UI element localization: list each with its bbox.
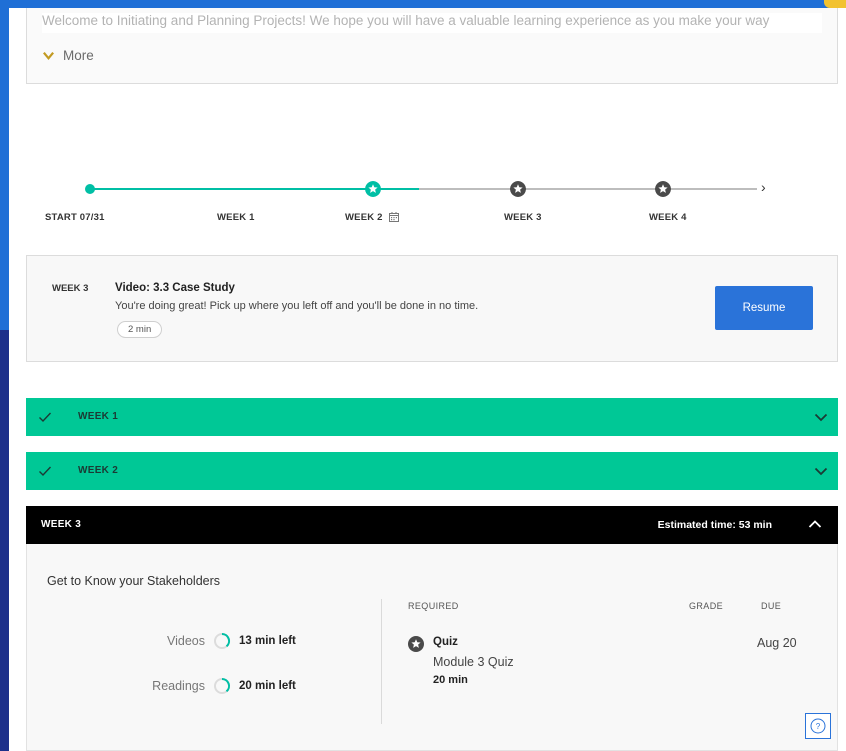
quiz-name-link[interactable]: Module 3 Quiz [433,655,514,669]
required-column-header: REQUIRED [408,601,459,611]
more-label: More [63,48,94,63]
timeline-remaining-line [419,188,757,190]
week3-section-header[interactable]: WEEK 3 Estimated time: 53 min [26,506,838,544]
checkmark-icon [39,466,52,477]
resume-week-label: WEEK 3 [52,283,89,294]
readings-label: Readings [152,679,205,693]
timeline-week2-text: WEEK 2 [345,212,383,223]
videos-label: Videos [167,634,205,648]
timeline-week3-label[interactable]: WEEK 3 [504,212,542,223]
quiz-duration: 20 min [433,674,468,686]
timeline-start-label: START 07/31 [45,212,105,223]
week1-section-header[interactable]: WEEK 1 [26,398,838,436]
videos-value: 13 min left [239,635,296,647]
column-divider [381,599,382,724]
module-title[interactable]: Get to Know your Stakeholders [47,574,220,588]
timeline-week1-label[interactable]: WEEK 1 [217,212,255,223]
timeline-next-arrow[interactable]: › [761,179,766,195]
readings-value: 20 min left [239,680,296,692]
quiz-star-icon [408,636,424,652]
welcome-text: Welcome to Initiating and Planning Proje… [42,13,822,33]
resume-description: You're doing great! Pick up where you le… [115,300,479,312]
help-icon: ? [810,718,826,734]
checkmark-icon [39,412,52,423]
chevron-up-icon [808,520,822,528]
progress-timeline: › START 07/31 WEEK 1 WEEK 2 WEEK 3 WEEK … [9,178,846,238]
timeline-week2-label[interactable]: WEEK 2 [345,212,400,223]
window-frame-left-lower [0,330,9,751]
chevron-down-icon [814,467,828,476]
week3-star-icon [510,181,526,197]
more-toggle[interactable]: More [42,48,94,63]
progress-ring-icon [214,632,231,649]
week2-label: WEEK 2 [78,465,119,476]
week3-content: Get to Know your Stakeholders Videos 13 … [26,544,838,751]
corner-accent [824,0,846,8]
chevron-down-icon [814,413,828,422]
welcome-card: Welcome to Initiating and Planning Proje… [26,8,838,84]
quiz-type-label: Quiz [433,636,458,648]
help-label: ? [816,722,821,731]
estimated-time: Estimated time: 53 min [657,519,772,531]
week2-star-icon [365,181,381,197]
videos-stat: Videos 13 min left [135,632,296,650]
week2-section-header[interactable]: WEEK 2 [26,452,838,490]
due-column-header: DUE [761,601,782,611]
progress-ring-icon [214,677,231,694]
grade-column-header: GRADE [689,601,724,611]
window-frame-top [0,0,846,8]
calendar-icon [389,212,400,223]
timeline-week4-label[interactable]: WEEK 4 [649,212,687,223]
resume-button[interactable]: Resume [715,286,813,330]
duration-badge: 2 min [117,321,163,338]
resume-item-title[interactable]: Video: 3.3 Case Study [115,282,235,294]
timeline-start-dot [85,184,95,194]
week1-label: WEEK 1 [78,411,119,422]
help-button[interactable]: ? [805,713,831,739]
readings-stat: Readings 20 min left [135,677,296,695]
course-page: Welcome to Initiating and Planning Proje… [9,8,846,751]
quiz-due-date: Aug 20 [757,636,797,650]
resume-card: WEEK 3 Video: 3.3 Case Study You're doin… [26,255,838,362]
week4-star-icon [655,181,671,197]
week3-label: WEEK 3 [41,519,82,530]
chevron-down-icon [43,52,54,61]
